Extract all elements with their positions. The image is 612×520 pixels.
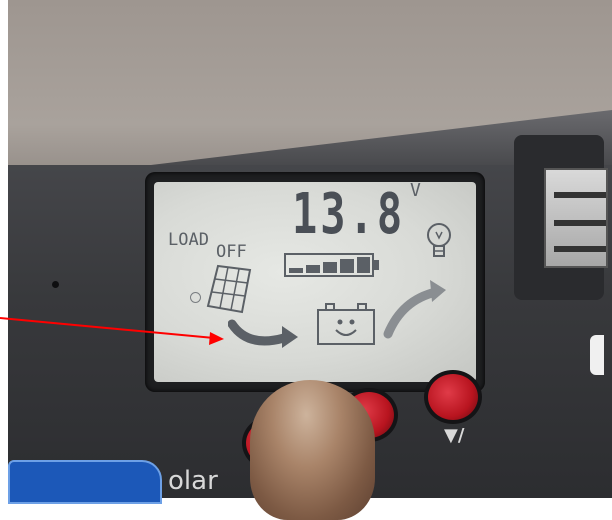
load-state: OFF [216, 242, 247, 262]
right-button-caption: ▼/ [444, 425, 465, 446]
right-button[interactable] [424, 370, 482, 424]
load-label: LOAD [168, 230, 209, 250]
voltage-unit: V [410, 180, 421, 201]
load-flow-arrow-icon [382, 278, 448, 340]
light-bulb-icon [426, 222, 452, 262]
charge-flow-arrow-icon [228, 318, 300, 354]
voltage-readout: 13.8 [292, 182, 406, 247]
brand-badge [8, 460, 162, 504]
solar-panel-icon [206, 264, 252, 314]
usb-port [544, 168, 608, 268]
sun-icon [190, 292, 201, 303]
brand-text: olar [168, 466, 218, 496]
battery-icon [314, 300, 378, 348]
lcd-screen: 13.8 V LOAD OFF [154, 180, 476, 382]
panel-marking [590, 335, 604, 375]
pressing-finger [250, 380, 375, 520]
indicator-dot [52, 281, 59, 288]
battery-level-icon [284, 250, 382, 280]
